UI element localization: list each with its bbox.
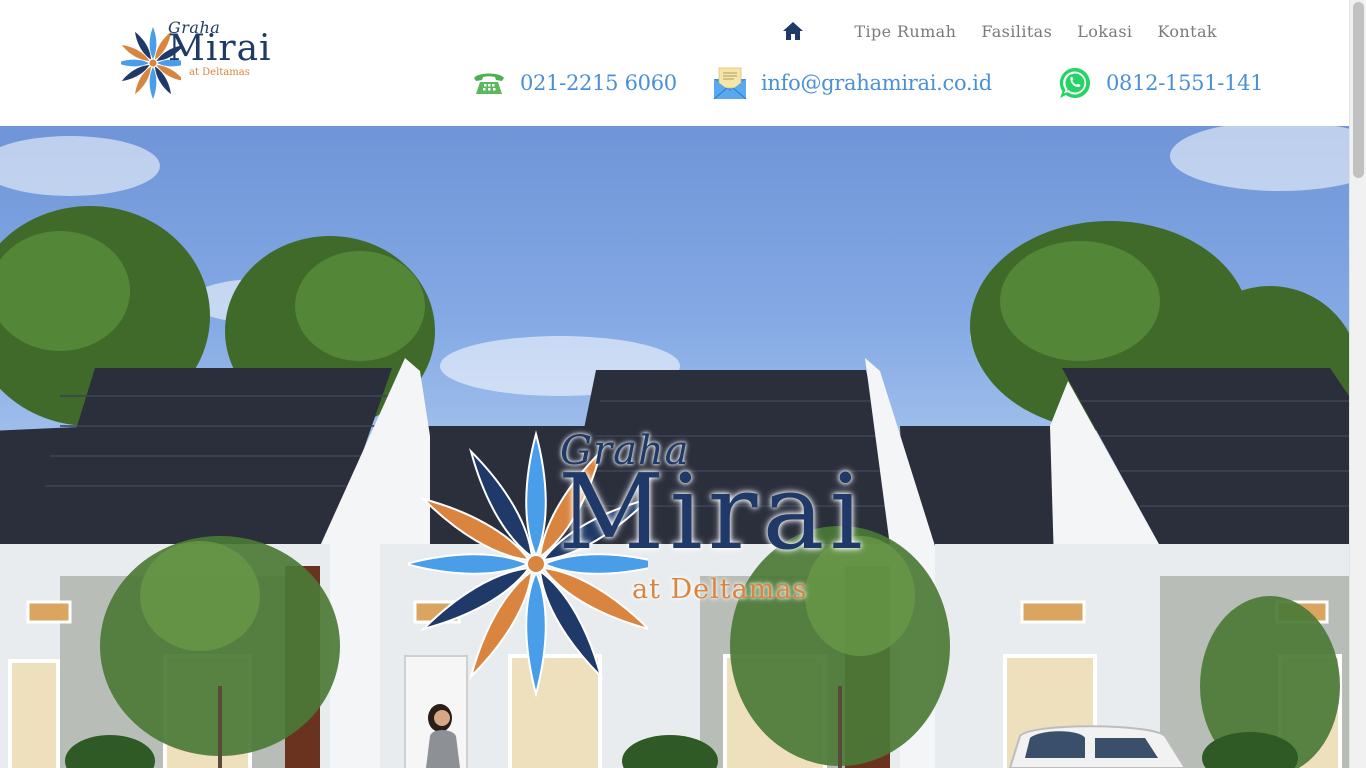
logo-mirai-text: Mirai [168,28,272,69]
email-address: info@grahamirai.co.id [761,71,992,95]
hero-logo-deltamas-text: at Deltamas [632,574,808,605]
nav-tipe-rumah[interactable]: Tipe Rumah [854,22,956,41]
envelope-icon [713,67,747,100]
site-header: Graha Mirai at Deltamas Tipe Rumah Fasil… [0,0,1349,126]
hero-banner: Graha Mirai at Deltamas [0,126,1349,768]
hero-brand-logo: Graha Mirai at Deltamas [408,424,908,704]
phone-number: 021-2215 6060 [520,71,677,95]
telephone-icon [474,73,504,94]
contact-email[interactable]: info@grahamirai.co.id [713,66,992,100]
logo-deltamas-text: at Deltamas [189,67,250,78]
nav-lokasi[interactable]: Lokasi [1077,22,1132,41]
home-icon [783,22,804,40]
scrollbar-thumb[interactable] [1353,2,1364,178]
contact-phone[interactable]: 021-2215 6060 [472,66,677,100]
whatsapp-number: 0812-1551-141 [1106,71,1264,95]
contact-whatsapp[interactable]: 0812-1551-141 [1058,66,1264,100]
whatsapp-icon [1059,67,1090,98]
hero-logo-mirai-text: Mirai [558,451,868,573]
brand-logo[interactable]: Graha Mirai at Deltamas [121,16,281,106]
nav-fasilitas[interactable]: Fasilitas [981,22,1052,41]
nav-kontak[interactable]: Kontak [1157,22,1217,41]
page-scrollbar[interactable] [1349,0,1366,768]
nav-home[interactable] [782,20,804,42]
main-nav: Tipe Rumah Fasilitas Lokasi Kontak [782,18,1217,44]
